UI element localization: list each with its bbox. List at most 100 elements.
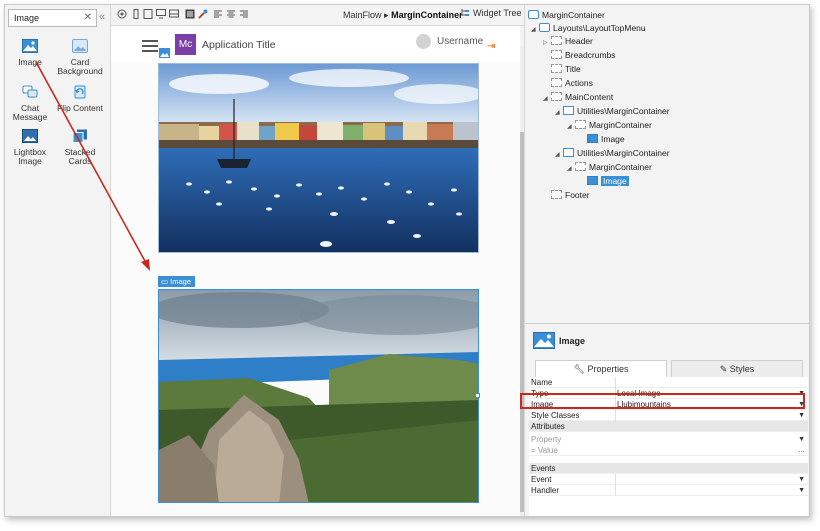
expand-arrow-icon[interactable]: ◢ <box>555 149 563 162</box>
event-row[interactable]: Event ▼ <box>529 474 808 485</box>
tree-node[interactable]: ◢ Utilities\MarginContainer <box>555 147 670 160</box>
attribute-property-field[interactable]: Property ▼ <box>529 434 808 445</box>
block-icon <box>563 106 574 115</box>
toolbox-item-stacked-cards[interactable]: Stacked Cards <box>56 129 104 166</box>
breadcrumb-screen[interactable]: MarginContainer <box>391 10 463 20</box>
image-icon <box>587 134 598 143</box>
expand-arrow-icon[interactable]: ◢ <box>555 107 563 120</box>
lake-image[interactable] <box>158 63 479 253</box>
selected-widget-name: Image <box>170 277 192 286</box>
toolbox-search-input[interactable]: Image ✕ <box>8 9 97 27</box>
selected-widget-label: ▭ Image <box>158 276 196 287</box>
toolbox-item-label: Lightbox Image <box>13 147 47 166</box>
toolbox-item-chat-message[interactable]: Chat Message <box>6 85 54 122</box>
toolbox-panel: Image ✕ « Image Card Background Chat Mes… <box>5 5 111 516</box>
tablet-preview-icon[interactable] <box>143 9 153 19</box>
chat-message-icon <box>22 85 38 98</box>
mountain-image[interactable] <box>158 289 479 503</box>
attribute-value-field[interactable]: = Value… <box>529 445 808 456</box>
toolbox-item-lightbox-image[interactable]: Lightbox Image <box>6 129 54 166</box>
tree-node[interactable]: Breadcrumbs <box>551 49 616 62</box>
hamburger-menu-icon[interactable] <box>142 40 158 55</box>
layout-icon <box>539 23 550 32</box>
breadcrumb: MainFlow ▸ MarginContainer <box>343 10 463 21</box>
dropdown-arrow-icon[interactable]: ▼ <box>798 410 805 421</box>
toolbox-search-value: Image <box>14 13 40 23</box>
toolbox-item-image[interactable]: Image <box>6 39 54 67</box>
align-right-icon[interactable] <box>239 9 249 19</box>
tree-node[interactable]: ◢ MarginContainer <box>567 119 652 132</box>
tree-node[interactable]: ◢ MainContent <box>543 91 613 104</box>
app-title: Application Title <box>202 39 276 51</box>
app-header: Mc Application Title Username ⇥ <box>111 26 520 62</box>
placeholder-icon <box>551 64 562 73</box>
tab-properties[interactable]: 🔧︎ Properties <box>535 360 667 377</box>
collapse-toolbox-icon[interactable]: « <box>99 11 105 23</box>
image-icon <box>587 176 598 185</box>
tree-node-root[interactable]: MarginContainer <box>528 9 605 22</box>
tree-node[interactable]: ▷ Header <box>543 35 593 48</box>
mountain-coast-picture <box>159 290 478 502</box>
placeholder-icon <box>551 190 562 199</box>
tree-node[interactable]: Image <box>587 133 625 146</box>
toolbox-item-label: Flip Content <box>57 103 103 113</box>
placeholder-icon <box>551 92 562 101</box>
more-options-icon[interactable]: … <box>798 445 805 456</box>
tree-node[interactable]: Title <box>551 63 581 76</box>
widget-tree: MarginContainer ◢ Layouts\LayoutTopMenu ▷… <box>525 5 809 323</box>
placeholder-icon <box>551 78 562 87</box>
toolbox-item-flip-content[interactable]: Flip Content <box>56 85 104 113</box>
annotation-highlight-box <box>520 393 805 409</box>
widget-tree-tab[interactable]: Widget Tree <box>461 8 522 24</box>
clear-search-icon[interactable]: ✕ <box>84 12 92 23</box>
card-background-icon <box>72 39 88 53</box>
tree-node[interactable]: ◢ Layouts\LayoutTopMenu <box>531 22 646 35</box>
tree-node[interactable]: ◢ Utilities\MarginContainer <box>555 105 670 118</box>
expand-arrow-icon[interactable]: ▷ <box>543 37 551 50</box>
dropdown-arrow-icon[interactable]: ▼ <box>798 434 805 445</box>
right-panel: MarginContainer ◢ Layouts\LayoutTopMenu ▷… <box>524 5 809 516</box>
phone-preview-icon[interactable] <box>131 9 141 19</box>
style-editor-icon[interactable] <box>198 9 208 19</box>
align-center-icon[interactable] <box>226 9 236 19</box>
tree-node[interactable]: Footer <box>551 189 590 202</box>
tree-node-selected[interactable]: Image <box>587 175 629 188</box>
theme-icon[interactable] <box>117 9 127 19</box>
block-icon <box>563 148 574 157</box>
expand-arrow-icon[interactable]: ◢ <box>543 93 551 106</box>
properties-panel: Image 🔧︎ Properties ✎ Styles Name Type Lo… <box>525 323 809 516</box>
widget-tree-icon <box>461 9 469 16</box>
screen-icon <box>528 10 539 19</box>
user-avatar-icon <box>416 34 431 49</box>
app-preview-page: Mc Application Title Username ⇥ ▭ Image <box>111 26 520 516</box>
lake-harbor-picture <box>159 64 478 252</box>
tab-styles[interactable]: ✎ Styles <box>671 360 803 377</box>
property-row-style-classes[interactable]: Style Classes ▼ <box>529 410 808 421</box>
grid-toggle-icon[interactable] <box>185 9 195 19</box>
align-left-icon[interactable] <box>213 9 223 19</box>
expand-arrow-icon[interactable]: ◢ <box>531 24 539 37</box>
breadcrumb-flow[interactable]: MainFlow <box>343 10 382 20</box>
property-row-name[interactable]: Name <box>529 377 808 388</box>
design-canvas[interactable]: Mc Application Title Username ⇥ ▭ Image <box>111 26 525 516</box>
resize-handle[interactable] <box>475 393 480 398</box>
toolbox-item-card-background[interactable]: Card Background <box>56 39 104 76</box>
dropdown-arrow-icon[interactable]: ▼ <box>798 474 805 485</box>
handler-row[interactable]: Handler ▼ <box>529 485 808 496</box>
flip-content-icon <box>74 85 86 99</box>
events-section-header: Events <box>529 463 808 474</box>
wrench-icon: 🔧︎ <box>573 364 588 374</box>
desktop-preview-icon[interactable] <box>156 9 166 19</box>
widescreen-preview-icon[interactable] <box>169 9 179 19</box>
placeholder-icon <box>575 162 586 171</box>
expand-arrow-icon[interactable]: ◢ <box>567 163 575 176</box>
tree-node[interactable]: ◢ MarginContainer <box>567 161 652 174</box>
expand-arrow-icon[interactable]: ◢ <box>567 121 575 134</box>
breadcrumb-separator: ▸ <box>384 10 389 20</box>
toolbox-item-label: Image <box>18 57 42 67</box>
tree-node[interactable]: Actions <box>551 77 593 90</box>
dropdown-arrow-icon[interactable]: ▼ <box>798 485 805 496</box>
logout-icon[interactable]: ⇥ <box>487 41 495 52</box>
placeholder-icon <box>575 120 586 129</box>
brush-icon: ✎ <box>719 364 730 374</box>
